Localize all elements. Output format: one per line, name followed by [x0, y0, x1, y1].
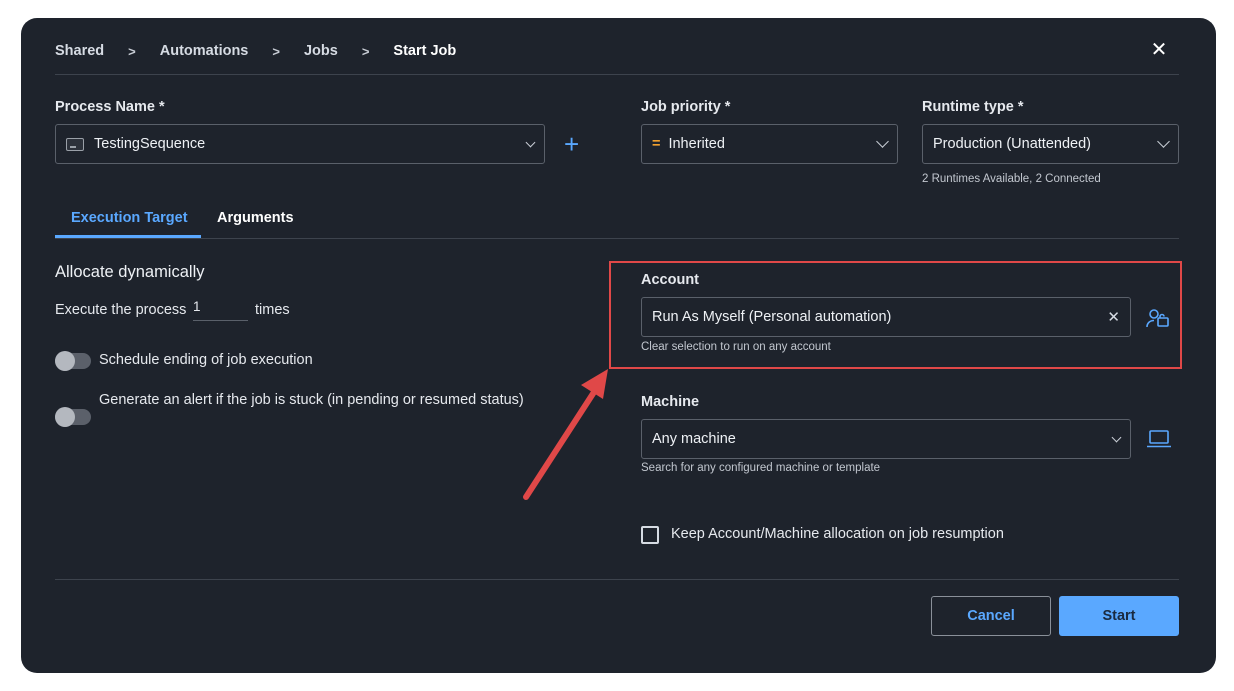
job-priority-select[interactable]: = Inherited	[641, 124, 898, 164]
schedule-ending-toggle[interactable]	[55, 351, 91, 371]
header-divider	[55, 74, 1179, 75]
schedule-ending-label: Schedule ending of job execution	[99, 352, 313, 368]
annotation-arrow	[523, 369, 608, 500]
breadcrumb-jobs[interactable]: Jobs	[304, 43, 338, 59]
chevron-right-icon: >	[272, 43, 280, 59]
account-helper: Clear selection to run on any account	[641, 341, 831, 353]
priority-equals-icon: =	[652, 136, 661, 152]
allocate-heading: Allocate dynamically	[55, 263, 205, 281]
close-icon[interactable]: ✕	[1149, 40, 1169, 60]
runtime-helper: 2 Runtimes Available, 2 Connected	[922, 173, 1101, 185]
chevron-right-icon: >	[128, 43, 136, 59]
start-button[interactable]: Start	[1059, 596, 1179, 636]
process-name-select[interactable]: TestingSequence	[55, 124, 545, 164]
footer-divider	[55, 579, 1179, 580]
execute-prefix: Execute the process	[55, 302, 187, 318]
machine-value: Any machine	[652, 431, 736, 447]
tab-execution-target[interactable]: Execution Target	[71, 210, 188, 226]
clear-icon[interactable]: ✕	[1107, 308, 1120, 326]
chevron-right-icon: >	[361, 43, 370, 59]
machine-helper: Search for any configured machine or tem…	[641, 462, 881, 474]
runtime-type-label: Runtime type *	[922, 99, 1024, 115]
execute-count-input[interactable]: 1	[193, 299, 248, 321]
execute-suffix: times	[255, 302, 290, 318]
breadcrumb-start-job: Start Job	[393, 43, 457, 59]
breadcrumb: Shared > Automations > Jobs > Start Job	[55, 41, 456, 61]
account-label: Account	[641, 272, 699, 288]
tab-arguments[interactable]: Arguments	[217, 210, 294, 226]
keep-allocation-checkbox[interactable]	[641, 526, 659, 544]
cancel-button[interactable]: Cancel	[931, 596, 1051, 636]
runtime-type-select[interactable]: Production (Unattended)	[922, 124, 1179, 164]
process-icon	[66, 137, 84, 151]
laptop-icon[interactable]	[1147, 430, 1171, 453]
start-job-dialog: Shared > Automations > Jobs > Start Job …	[21, 18, 1216, 673]
breadcrumb-automations[interactable]: Automations	[160, 43, 249, 59]
tabs-divider	[55, 238, 1179, 239]
user-account-icon[interactable]	[1146, 308, 1170, 335]
chevron-down-icon	[1111, 432, 1122, 442]
job-priority-value: Inherited	[668, 136, 725, 152]
runtime-type-value: Production (Unattended)	[933, 136, 1091, 152]
process-name-value: TestingSequence	[94, 136, 206, 152]
machine-select[interactable]: Any machine	[641, 419, 1131, 459]
account-value: Run As Myself (Personal automation)	[652, 309, 892, 325]
job-priority-label: Job priority *	[641, 99, 731, 115]
account-input[interactable]: Run As Myself (Personal automation) ✕	[641, 297, 1131, 337]
stuck-alert-label: Generate an alert if the job is stuck (i…	[99, 392, 524, 408]
breadcrumb-shared[interactable]: Shared	[55, 43, 104, 59]
machine-label: Machine	[641, 394, 700, 410]
chevron-down-icon	[1157, 135, 1170, 148]
keep-allocation-label: Keep Account/Machine allocation on job r…	[671, 526, 1004, 542]
stuck-alert-toggle[interactable]	[55, 407, 91, 427]
chevron-down-icon	[876, 135, 889, 148]
chevron-down-icon	[525, 137, 536, 147]
add-process-icon[interactable]: +	[564, 131, 579, 157]
process-name-label: Process Name *	[55, 99, 165, 115]
